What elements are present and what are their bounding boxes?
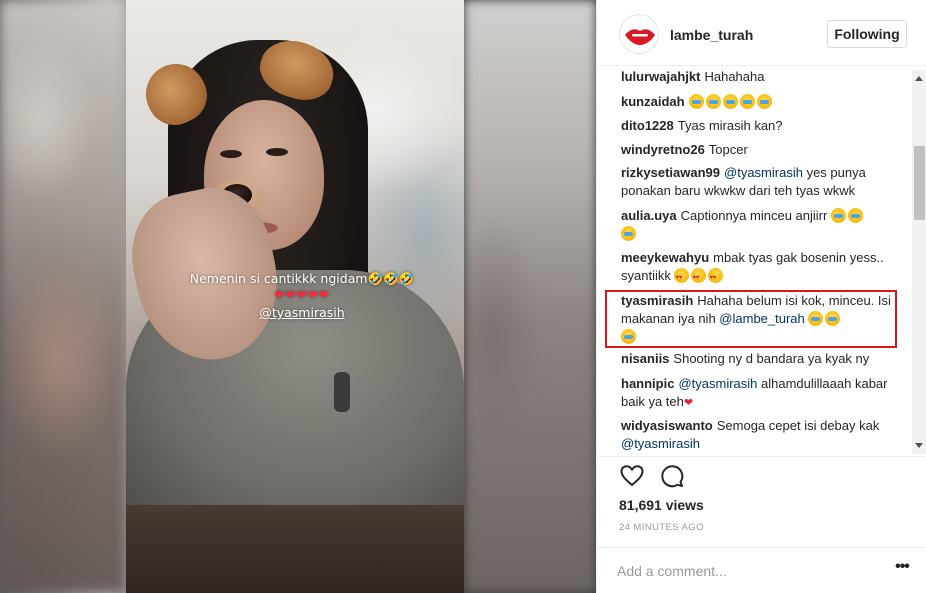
subject-eye-right xyxy=(266,148,288,156)
like-button[interactable] xyxy=(619,463,645,494)
comments-scrollbar[interactable] xyxy=(912,70,926,454)
crying-face-icon xyxy=(688,94,704,109)
more-options-button[interactable]: ••• xyxy=(891,558,913,580)
scrollbar-thumb[interactable] xyxy=(914,146,925,220)
comment: windyretno26 Topcer xyxy=(621,141,901,159)
comment: hannipic @tyasmirasih alhamdulillaaah kab… xyxy=(621,375,901,412)
comment-button[interactable] xyxy=(659,463,685,494)
comment-text: Semoga cepet isi debay kak xyxy=(716,418,880,433)
subject-eye-left xyxy=(220,150,242,158)
heart-eyes-icon xyxy=(691,268,707,287)
crying-face-icon xyxy=(722,94,738,109)
subject-watch xyxy=(334,372,350,412)
red-heart-icon: ❤ xyxy=(683,397,694,409)
comment-username[interactable]: kunzaidah xyxy=(621,94,685,109)
blurred-background-left xyxy=(0,0,126,593)
heart-eyes-icon xyxy=(708,268,724,287)
comment: lulurwajahjkt Hahahaha xyxy=(621,68,901,86)
heart-icon xyxy=(620,465,644,487)
following-button[interactable]: Following xyxy=(827,20,907,48)
comment-text: Hahahaha xyxy=(704,69,765,84)
comment: dito1228 Tyas mirasih kan? xyxy=(621,117,901,135)
comment: kunzaidah xyxy=(621,93,901,111)
post-panel: lambe_turah Following lulurwajahjkt Hahah… xyxy=(596,0,926,593)
comments-list[interactable]: lulurwajahjkt Hahahaha kunzaidah dito1228… xyxy=(597,66,926,456)
comment-username[interactable]: lulurwajahjkt xyxy=(621,69,700,84)
crying-face-icon xyxy=(830,208,846,223)
comment: nisaniis Shooting ny d bandara ya kyak ny xyxy=(621,350,901,368)
crying-face-icon xyxy=(621,226,636,241)
comment: aulia.uya Captionnya minceu anjiirr xyxy=(621,207,901,243)
add-comment-section: ••• xyxy=(597,547,926,593)
post-timestamp[interactable]: 24 MINUTES AGO xyxy=(619,522,704,533)
highlight-box xyxy=(605,290,897,348)
heart-eyes-icon xyxy=(674,268,690,287)
view-count[interactable]: 81,691 views xyxy=(619,497,704,513)
post-actions: 81,691 views 24 MINUTES AGO xyxy=(597,456,926,546)
avatar[interactable] xyxy=(619,14,659,54)
comment-text: Tyas mirasih kan? xyxy=(677,118,783,133)
comment-username[interactable]: aulia.uya xyxy=(621,208,677,223)
scroll-up-icon[interactable] xyxy=(915,76,923,81)
comment: widyasiswanto Semoga cepet isi debay kak … xyxy=(621,417,901,453)
table xyxy=(126,505,464,593)
crying-face-icon xyxy=(847,208,863,223)
post-username[interactable]: lambe_turah xyxy=(670,27,753,43)
crying-face-icon xyxy=(705,94,721,109)
story-mention: @tyasmirasih xyxy=(259,305,345,320)
story-hearts: ❤❤❤❤❤ xyxy=(274,288,330,302)
scroll-down-icon[interactable] xyxy=(915,443,923,448)
crying-face-icon xyxy=(739,94,755,109)
story-caption-text: Nemenin si cantikkk ngidam🤣🤣🤣 xyxy=(189,271,415,286)
red-lips-logo-icon xyxy=(625,29,655,45)
comment-mention[interactable]: @tyasmirasih xyxy=(724,165,803,180)
comment-mention[interactable]: @tyasmirasih xyxy=(621,436,700,451)
comment-username[interactable]: dito1228 xyxy=(621,118,674,133)
comment-username[interactable]: hannipic xyxy=(621,376,674,391)
post-media[interactable]: Nemenin si cantikkk ngidam🤣🤣🤣 ❤❤❤❤❤ @tya… xyxy=(0,0,596,593)
comment-username[interactable]: windyretno26 xyxy=(621,142,705,157)
comment: meeykewahyu mbak tyas gak bosenin yess.. … xyxy=(621,249,901,287)
add-comment-input[interactable] xyxy=(617,560,867,582)
comment-text: Topcer xyxy=(708,142,748,157)
story-caption: Nemenin si cantikkk ngidam🤣🤣🤣 ❤❤❤❤❤ @tya… xyxy=(172,270,432,321)
post-header: lambe_turah Following xyxy=(597,0,926,66)
comment-mention[interactable]: @tyasmirasih xyxy=(678,376,757,391)
comment-username[interactable]: meeykewahyu xyxy=(621,250,709,265)
comment-username[interactable]: widyasiswanto xyxy=(621,418,713,433)
crying-face-icon xyxy=(756,94,772,109)
story-video[interactable]: Nemenin si cantikkk ngidam🤣🤣🤣 ❤❤❤❤❤ @tya… xyxy=(126,0,464,593)
comment-text: Captionnya minceu anjiirr xyxy=(680,208,828,223)
comment-username[interactable]: rizkysetiawan99 xyxy=(621,165,720,180)
speech-bubble-icon xyxy=(661,465,684,488)
comment-username[interactable]: nisaniis xyxy=(621,351,669,366)
comment-text: Shooting ny d bandara ya kyak ny xyxy=(673,351,870,366)
blurred-background-right xyxy=(464,0,596,593)
comment: rizkysetiawan99 @tyasmirasih yes punya po… xyxy=(621,164,901,200)
